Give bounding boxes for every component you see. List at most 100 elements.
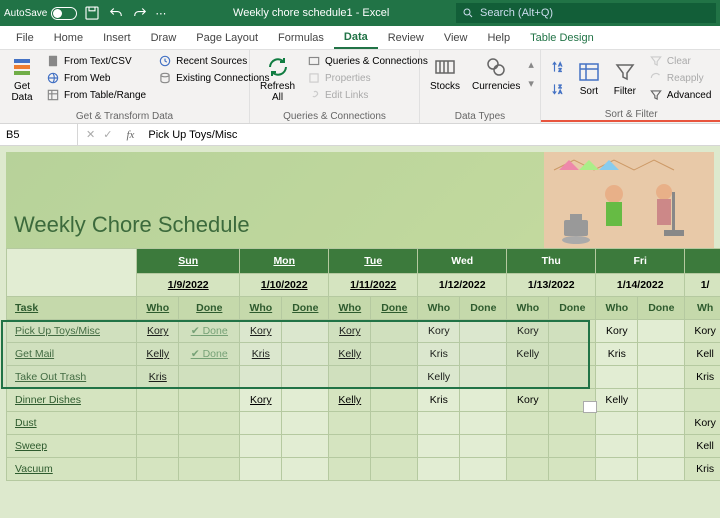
grid-cell[interactable] bbox=[282, 366, 329, 389]
grid-cell[interactable] bbox=[329, 435, 371, 458]
day-header[interactable]: Mon bbox=[240, 249, 329, 274]
grid-cell[interactable] bbox=[282, 320, 329, 343]
grid-cell[interactable]: Kell bbox=[685, 343, 720, 366]
grid-cell[interactable] bbox=[179, 435, 240, 458]
grid-cell[interactable]: Kris bbox=[418, 389, 460, 412]
grid-cell[interactable] bbox=[638, 412, 685, 435]
task-cell[interactable]: Dust bbox=[7, 412, 137, 435]
grid-cell[interactable] bbox=[371, 343, 418, 366]
done-header[interactable]: Done bbox=[638, 297, 685, 320]
grid-cell[interactable]: Kory bbox=[507, 389, 549, 412]
done-header[interactable]: Done bbox=[179, 297, 240, 320]
grid-cell[interactable] bbox=[282, 343, 329, 366]
tab-insert[interactable]: Insert bbox=[93, 28, 141, 48]
done-header[interactable]: Done bbox=[371, 297, 418, 320]
name-box[interactable]: B5 bbox=[0, 124, 78, 145]
tab-view[interactable]: View bbox=[434, 28, 478, 48]
task-cell[interactable]: Get Mail bbox=[7, 343, 137, 366]
grid-cell[interactable] bbox=[549, 366, 596, 389]
task-cell[interactable]: Sweep bbox=[7, 435, 137, 458]
grid-cell[interactable] bbox=[596, 458, 638, 481]
qat-more[interactable]: ⋯ bbox=[155, 7, 166, 20]
get-data-button[interactable]: Get Data bbox=[6, 53, 38, 105]
who-header[interactable]: Who bbox=[329, 297, 371, 320]
grid-cell[interactable] bbox=[179, 389, 240, 412]
grid-cell[interactable] bbox=[507, 412, 549, 435]
redo-icon[interactable] bbox=[131, 4, 149, 22]
worksheet[interactable]: Weekly Chore Schedule Sun Mon Tue Wed Th… bbox=[0, 146, 720, 518]
grid-cell[interactable]: Kris bbox=[240, 343, 282, 366]
day-header[interactable] bbox=[685, 249, 720, 274]
filter-button[interactable]: Filter bbox=[609, 53, 641, 103]
done-header[interactable]: Done bbox=[282, 297, 329, 320]
grid-cell[interactable] bbox=[329, 458, 371, 481]
fx-icon[interactable]: fx bbox=[120, 129, 140, 141]
grid-cell[interactable] bbox=[137, 435, 179, 458]
grid-cell[interactable] bbox=[418, 412, 460, 435]
date-header[interactable]: 1/12/2022 bbox=[418, 274, 507, 297]
grid-cell[interactable] bbox=[282, 412, 329, 435]
task-cell[interactable]: Take Out Trash bbox=[7, 366, 137, 389]
grid-cell[interactable] bbox=[638, 343, 685, 366]
from-text-csv[interactable]: From Text/CSV bbox=[42, 53, 150, 69]
tab-page-layout[interactable]: Page Layout bbox=[186, 28, 268, 48]
grid-cell[interactable] bbox=[638, 435, 685, 458]
chore-table[interactable]: Sun Mon Tue Wed Thu Fri 1/9/2022 1/10/20… bbox=[6, 248, 720, 481]
grid-cell[interactable] bbox=[549, 320, 596, 343]
grid-cell[interactable] bbox=[507, 458, 549, 481]
sort-az[interactable]: AZ bbox=[547, 59, 569, 75]
queries-connections[interactable]: Queries & Connections bbox=[303, 53, 432, 69]
search-box[interactable]: Search (Alt+Q) bbox=[456, 3, 716, 23]
tab-review[interactable]: Review bbox=[378, 28, 434, 48]
date-header[interactable]: 1/14/2022 bbox=[596, 274, 685, 297]
date-header[interactable]: 1/9/2022 bbox=[137, 274, 240, 297]
grid-cell[interactable] bbox=[638, 320, 685, 343]
grid-cell[interactable] bbox=[282, 435, 329, 458]
grid-cell[interactable] bbox=[371, 389, 418, 412]
grid-cell[interactable]: Kory bbox=[507, 320, 549, 343]
tab-home[interactable]: Home bbox=[44, 28, 93, 48]
tab-table-design[interactable]: Table Design bbox=[520, 28, 604, 48]
day-header[interactable]: Wed bbox=[418, 249, 507, 274]
who-header[interactable]: Who bbox=[507, 297, 549, 320]
grid-cell[interactable]: ✔ Done bbox=[179, 343, 240, 366]
grid-cell[interactable] bbox=[240, 435, 282, 458]
grid-cell[interactable] bbox=[460, 389, 507, 412]
grid-cell[interactable] bbox=[137, 458, 179, 481]
date-header[interactable]: 1/11/2022 bbox=[329, 274, 418, 297]
sort-za[interactable]: ZA bbox=[547, 81, 569, 97]
grid-cell[interactable] bbox=[638, 389, 685, 412]
grid-cell[interactable]: Kelly bbox=[329, 343, 371, 366]
grid-cell[interactable] bbox=[179, 412, 240, 435]
grid-cell[interactable]: Kory bbox=[240, 320, 282, 343]
smart-tag-icon[interactable] bbox=[583, 401, 597, 413]
grid-cell[interactable] bbox=[240, 458, 282, 481]
day-header[interactable]: Tue bbox=[329, 249, 418, 274]
who-header[interactable]: Wh bbox=[685, 297, 720, 320]
grid-cell[interactable] bbox=[137, 389, 179, 412]
grid-cell[interactable] bbox=[418, 435, 460, 458]
task-cell[interactable]: Vacuum bbox=[7, 458, 137, 481]
who-header[interactable]: Who bbox=[240, 297, 282, 320]
grid-cell[interactable]: Kory bbox=[240, 389, 282, 412]
grid-cell[interactable] bbox=[460, 343, 507, 366]
grid-cell[interactable]: Kory bbox=[418, 320, 460, 343]
grid-cell[interactable] bbox=[685, 389, 720, 412]
save-icon[interactable] bbox=[83, 4, 101, 22]
done-header[interactable]: Done bbox=[549, 297, 596, 320]
grid-cell[interactable] bbox=[460, 320, 507, 343]
grid-cell[interactable]: Kelly bbox=[596, 389, 638, 412]
refresh-all-button[interactable]: Refresh All bbox=[256, 53, 299, 105]
who-header[interactable]: Who bbox=[137, 297, 179, 320]
grid-cell[interactable] bbox=[240, 412, 282, 435]
grid-cell[interactable] bbox=[371, 412, 418, 435]
grid-cell[interactable]: Kelly bbox=[137, 343, 179, 366]
grid-cell[interactable]: Kory bbox=[596, 320, 638, 343]
grid-cell[interactable] bbox=[418, 458, 460, 481]
date-header[interactable]: 1/13/2022 bbox=[507, 274, 596, 297]
grid-cell[interactable] bbox=[371, 366, 418, 389]
who-header[interactable]: Who bbox=[596, 297, 638, 320]
date-header[interactable]: 1/ bbox=[685, 274, 720, 297]
grid-cell[interactable] bbox=[137, 412, 179, 435]
grid-cell[interactable] bbox=[549, 412, 596, 435]
